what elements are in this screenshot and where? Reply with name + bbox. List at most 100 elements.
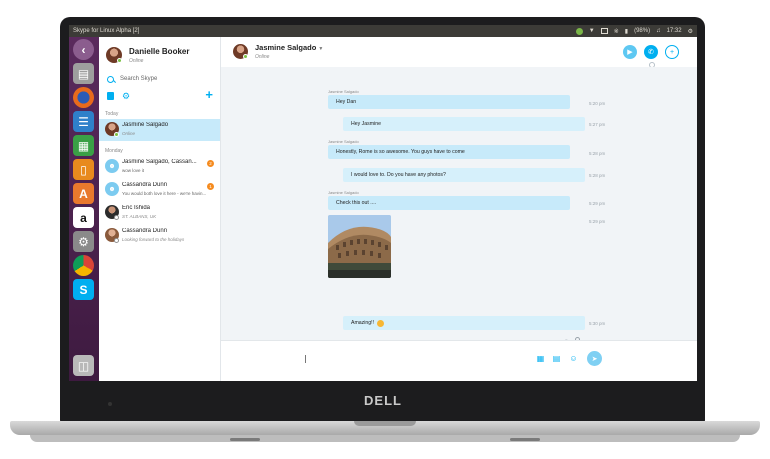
group-avatar-icon: ☻ (105, 159, 119, 173)
send-file-icon[interactable]: ▦ (535, 353, 546, 364)
sidebar-toolbar: ⚙ + (107, 88, 213, 102)
contacts-icon[interactable] (107, 92, 114, 100)
conversation-name: Cassandra Dunn (122, 228, 168, 234)
wifi-icon[interactable]: ▼ (589, 28, 595, 34)
message-time: 5:27 pm (589, 122, 606, 127)
laptop-base-shadow (30, 435, 740, 442)
presence-online-icon (114, 132, 119, 137)
message-list: Jasmine Salgado Hey Dan 5:20 pm Hey Jasm… (221, 67, 697, 343)
conversation-name: Eric Ishida (122, 205, 151, 211)
window-title: Skype for Linux Alpha [2] (73, 28, 140, 34)
presence-online-icon (243, 54, 248, 59)
compose-bar[interactable]: ▦ ▤ ☺ ➤ (221, 340, 697, 381)
software-center-icon[interactable]: A (73, 183, 94, 204)
smile-emoticon-icon (377, 319, 385, 327)
conversation-item[interactable]: Eric Ishida ST. ALBANS, UK (99, 202, 220, 224)
firefox-icon[interactable] (73, 87, 94, 108)
launcher: ‹ ▤ ☰ ▦ ▯ A a ⚙ S ◫ (69, 37, 99, 381)
chat-header: Jasmine Salgado ▼ Online ▶ ✆ + (221, 37, 697, 68)
conversation-item[interactable]: Jasmine Salgado Online (99, 119, 220, 141)
system-tray: ▼ ※ ▮ (98%) ♫ 17:32 ⚙ (575, 27, 697, 35)
send-button[interactable]: ➤ (587, 351, 602, 366)
conversation-name: Cassandra Dunn (122, 182, 168, 188)
calc-icon[interactable]: ▦ (73, 135, 94, 156)
laptop-foot-left (230, 438, 260, 441)
conversation-item[interactable]: ☻ Cassandra Dunn You would both love it … (99, 179, 220, 201)
add-icon[interactable]: + (205, 88, 213, 102)
trash-icon[interactable]: ◫ (73, 355, 94, 376)
battery-icon[interactable]: ▮ (625, 28, 628, 35)
search-box[interactable]: Search Skype (107, 73, 215, 85)
skype-icon[interactable]: S (73, 279, 94, 300)
search-placeholder: Search Skype (120, 76, 158, 82)
chrome-icon[interactable] (73, 255, 94, 276)
presence-offline-icon (114, 215, 119, 220)
skype-sidebar: Danielle Booker Online Search Skype ⚙ + … (99, 37, 221, 381)
presence-offline-icon (114, 238, 119, 243)
conversation-item[interactable]: ☻ Jasmine Salgado, Cassan... wow love it… (99, 156, 220, 178)
message-time: 5:28 pm (589, 151, 606, 156)
impress-icon[interactable]: ▯ (73, 159, 94, 180)
files-icon[interactable]: ▤ (73, 63, 94, 84)
my-status[interactable]: Online (129, 58, 143, 64)
my-name[interactable]: Danielle Booker (129, 47, 189, 56)
contact-name[interactable]: Jasmine Salgado ▼ (255, 43, 323, 52)
conversation-item[interactable]: Cassandra Dunn Looking forward to the ho… (99, 225, 220, 247)
message-time: 5:28 pm (589, 173, 606, 178)
send-contact-icon[interactable]: ▤ (551, 353, 562, 364)
conversation-preview: You would both love it here - we're havi… (122, 191, 207, 196)
unread-badge: 2 (207, 160, 214, 167)
audio-call-button[interactable]: ✆ (644, 45, 658, 59)
message-time: 5:20 pm (589, 101, 606, 106)
section-today: Today (105, 111, 119, 117)
contact-avatar-icon: ☻ (105, 182, 119, 196)
unread-badge: 1 (207, 183, 214, 190)
chat-panel: Jasmine Salgado ▼ Online ▶ ✆ + Jasmine S… (221, 37, 697, 381)
conversation-name: Jasmine Salgado, Cassan... (122, 159, 197, 165)
message-bubble[interactable]: Honestly, Rome is so awesome. You guys h… (328, 145, 570, 159)
message-time: 5:29 pm (589, 219, 606, 224)
message-bubble[interactable]: Amazing!! (343, 316, 585, 330)
message-sender: Jasmine Salgado (328, 139, 359, 144)
gear-icon[interactable]: ⚙ (122, 91, 130, 101)
writer-icon[interactable]: ☰ (73, 111, 94, 132)
conversation-preview: Looking forward to the holidays (122, 237, 185, 242)
battery-label: (98%) (634, 28, 651, 34)
contact-status: Online (255, 54, 270, 60)
message-time: 5:30 pm (589, 321, 606, 326)
search-icon (107, 75, 114, 83)
colosseum-photo-image (328, 215, 391, 278)
section-monday: Monday (105, 148, 123, 154)
system-top-panel: Skype for Linux Alpha [2] ▼ ※ ▮ (98%) ♫ … (69, 25, 697, 37)
shared-photo[interactable] (328, 215, 391, 278)
keyboard-icon[interactable] (600, 28, 608, 34)
add-people-button[interactable]: + (665, 45, 679, 59)
back-icon[interactable]: ‹ (73, 39, 94, 60)
message-bubble[interactable]: Hey Jasmine (343, 117, 585, 131)
chevron-down-icon[interactable]: ▼ (318, 46, 323, 52)
message-bubble[interactable]: Hey Dan (328, 95, 570, 109)
conversation-preview: wow love it (122, 168, 145, 173)
conversation-preview: Online (122, 131, 136, 136)
message-bubble[interactable]: Check this out .... (328, 196, 570, 210)
message-input-caret (305, 355, 306, 363)
emoticon-icon[interactable]: ☺ (568, 353, 579, 364)
volume-icon[interactable]: ♫ (656, 28, 661, 34)
message-bubble[interactable]: I would love to. Do you have any photos? (343, 168, 585, 182)
presence-online-icon (117, 58, 122, 63)
message-time: 5:29 pm (589, 201, 606, 206)
power-gear-icon[interactable]: ⚙ (688, 28, 693, 35)
message-sender: Jasmine Salgado (328, 89, 359, 94)
message-text: Amazing!! (351, 320, 375, 326)
laptop-foot-right (510, 438, 540, 441)
bluetooth-icon[interactable]: ※ (614, 28, 619, 35)
amazon-icon[interactable]: a (73, 207, 94, 228)
clock[interactable]: 17:32 (667, 28, 682, 34)
video-call-button[interactable]: ▶ (623, 45, 637, 59)
laptop-brand-logo: DELL (364, 393, 402, 408)
skype-tray-icon[interactable] (575, 27, 583, 35)
settings-icon[interactable]: ⚙ (73, 231, 94, 252)
laptop-camera (108, 402, 112, 406)
screen: Skype for Linux Alpha [2] ▼ ※ ▮ (98%) ♫ … (69, 25, 697, 381)
conversation-name: Jasmine Salgado (122, 122, 169, 128)
